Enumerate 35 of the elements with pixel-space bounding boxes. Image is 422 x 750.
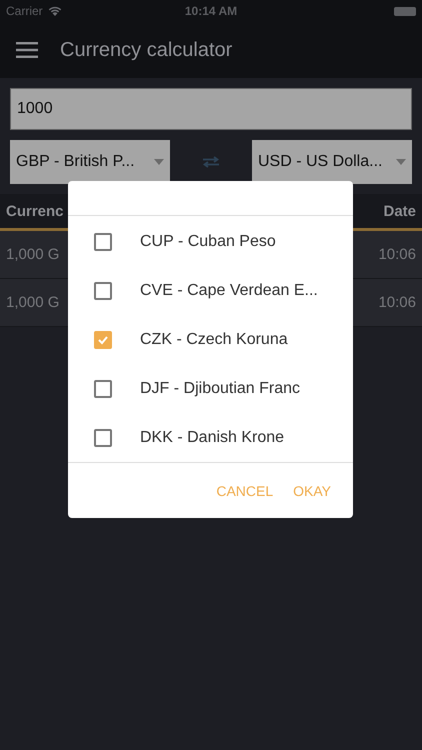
- table-cell: 10:06: [378, 294, 416, 311]
- carrier-label: Carrier: [6, 4, 43, 18]
- select-value: USD - US Dolla...: [258, 153, 382, 171]
- table-cell: 10:06: [378, 246, 416, 263]
- table-cell: 1,000 G: [6, 246, 60, 263]
- caret-icon: [396, 159, 406, 165]
- currency-option[interactable]: CUP - Cuban Peso: [68, 217, 353, 266]
- table-cell: 1,000 G: [6, 294, 60, 311]
- checkbox[interactable]: [94, 330, 112, 349]
- from-currency-select[interactable]: GBP - British P...: [10, 140, 170, 184]
- battery-icon: [394, 6, 416, 16]
- option-label: DKK - Danish Krone: [140, 428, 284, 447]
- option-label: DJF - Djiboutian Franc: [140, 380, 300, 398]
- app-title: Currency calculator: [60, 38, 232, 62]
- check-icon: [97, 334, 109, 345]
- to-currency-select[interactable]: USD - US Dolla...: [252, 140, 412, 184]
- option-label: CZK - Czech Koruna: [140, 330, 288, 349]
- currency-option[interactable]: CZK - Czech Koruna: [68, 315, 353, 364]
- amount-field[interactable]: 1000: [10, 88, 412, 130]
- checkbox[interactable]: [94, 380, 112, 398]
- column-header: Date: [383, 202, 416, 220]
- currency-option[interactable]: DKK - Danish Krone: [68, 413, 353, 462]
- caret-icon: [154, 159, 164, 165]
- currency-option[interactable]: CVE - Cape Verdean E...: [68, 266, 353, 316]
- checkbox[interactable]: [94, 232, 112, 251]
- option-label: CVE - Cape Verdean E...: [140, 282, 318, 300]
- wifi-icon: [46, 5, 63, 17]
- column-header: Currenc: [6, 202, 64, 220]
- status-time: 10:14 AM: [184, 4, 238, 18]
- menu-icon[interactable]: [16, 42, 38, 58]
- option-label: CUP - Cuban Peso: [140, 232, 276, 251]
- checkbox[interactable]: [94, 282, 112, 300]
- currency-option[interactable]: DJF - Djiboutian Franc: [68, 364, 353, 414]
- checkbox[interactable]: [94, 428, 112, 447]
- select-value: GBP - British P...: [16, 153, 135, 171]
